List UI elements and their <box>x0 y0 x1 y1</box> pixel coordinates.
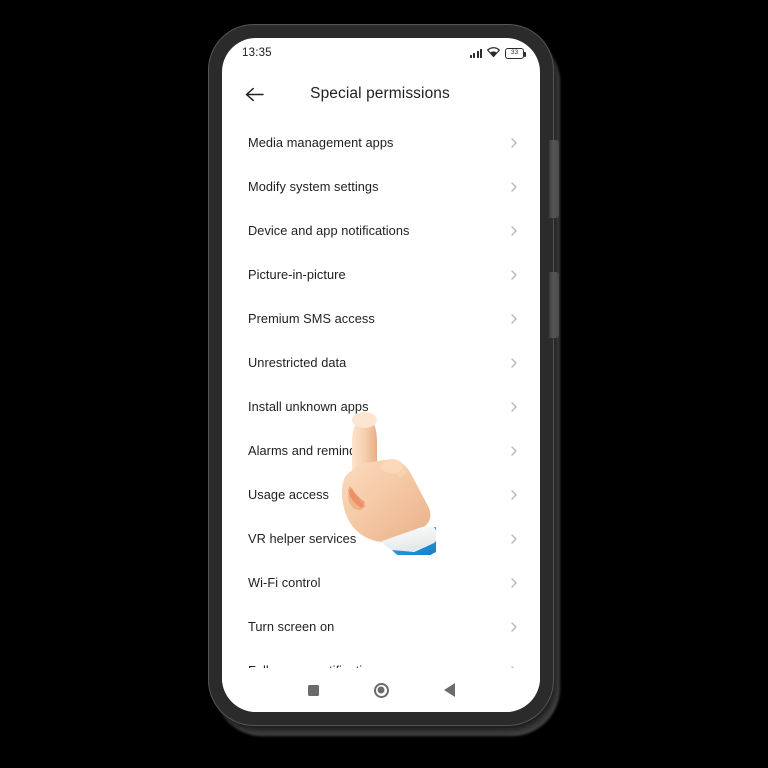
list-item-label: Usage access <box>248 486 329 502</box>
chevron-right-icon <box>508 576 520 588</box>
list-item-device-and-app-notifications[interactable]: Device and app notifications <box>222 208 540 252</box>
list-item-label: Media management apps <box>248 134 394 150</box>
list-item-label: Modify system settings <box>248 178 379 194</box>
list-item-label: Alarms and reminders <box>248 442 375 458</box>
battery-icon: 33 <box>505 47 526 59</box>
chevron-right-icon <box>508 532 520 544</box>
list-item-wifi-control[interactable]: Wi-Fi control <box>222 560 540 604</box>
list-item-vr-helper-services[interactable]: VR helper services <box>222 516 540 560</box>
chevron-right-icon <box>508 312 520 324</box>
power-button[interactable] <box>549 272 559 338</box>
status-bar-icons: 33 <box>470 44 526 62</box>
square-recents-icon[interactable] <box>307 684 319 696</box>
list-item-modify-system-settings[interactable]: Modify system settings <box>222 164 540 208</box>
page-title: Special permissions <box>310 85 450 102</box>
list-item-label: Device and app notifications <box>248 222 410 238</box>
list-item-unrestricted-data[interactable]: Unrestricted data <box>222 340 540 384</box>
list-item-turn-screen-on[interactable]: Turn screen on <box>222 604 540 648</box>
list-item-media-management-apps[interactable]: Media management apps <box>222 120 540 164</box>
system-navigation-bar <box>222 668 540 712</box>
triangle-back-icon[interactable] <box>443 683 455 697</box>
chevron-right-icon <box>508 268 520 280</box>
chevron-right-icon <box>508 136 520 148</box>
chevron-right-icon <box>508 488 520 500</box>
permission-list: Media management apps Modify system sett… <box>222 120 540 692</box>
status-bar-clock: 13:35 <box>242 47 272 59</box>
wifi-icon <box>486 44 501 62</box>
back-arrow-icon[interactable] <box>242 82 266 106</box>
list-item-label: Unrestricted data <box>248 354 347 370</box>
list-item-premium-sms-access[interactable]: Premium SMS access <box>222 296 540 340</box>
volume-rocker-button[interactable] <box>549 140 559 218</box>
battery-level-text: 33 <box>510 48 519 56</box>
list-item-usage-access[interactable]: Usage access <box>222 472 540 516</box>
list-item-label: Premium SMS access <box>248 310 375 326</box>
status-bar: 13:35 33 <box>222 38 540 68</box>
screenshot-stage: 13:35 33 Special permissions Media manag… <box>0 0 768 768</box>
list-item-label: Picture-in-picture <box>248 266 346 282</box>
list-item-label: VR helper services <box>248 530 357 546</box>
chevron-right-icon <box>508 400 520 412</box>
list-item-label: Install unknown apps <box>248 398 369 414</box>
chevron-right-icon <box>508 356 520 368</box>
list-item-alarms-and-reminders[interactable]: Alarms and reminders <box>222 428 540 472</box>
list-item-install-unknown-apps[interactable]: Install unknown apps <box>222 384 540 428</box>
chevron-right-icon <box>508 444 520 456</box>
circle-home-icon[interactable] <box>373 682 389 698</box>
list-item-label: Wi-Fi control <box>248 574 321 590</box>
chevron-right-icon <box>508 620 520 632</box>
signal-bars-icon <box>470 48 482 58</box>
list-item-label: Turn screen on <box>248 618 335 634</box>
chevron-right-icon <box>508 180 520 192</box>
phone-screen: 13:35 33 Special permissions Media manag… <box>222 38 540 712</box>
app-bar: Special permissions <box>222 68 540 120</box>
chevron-right-icon <box>508 224 520 236</box>
list-item-picture-in-picture[interactable]: Picture-in-picture <box>222 252 540 296</box>
